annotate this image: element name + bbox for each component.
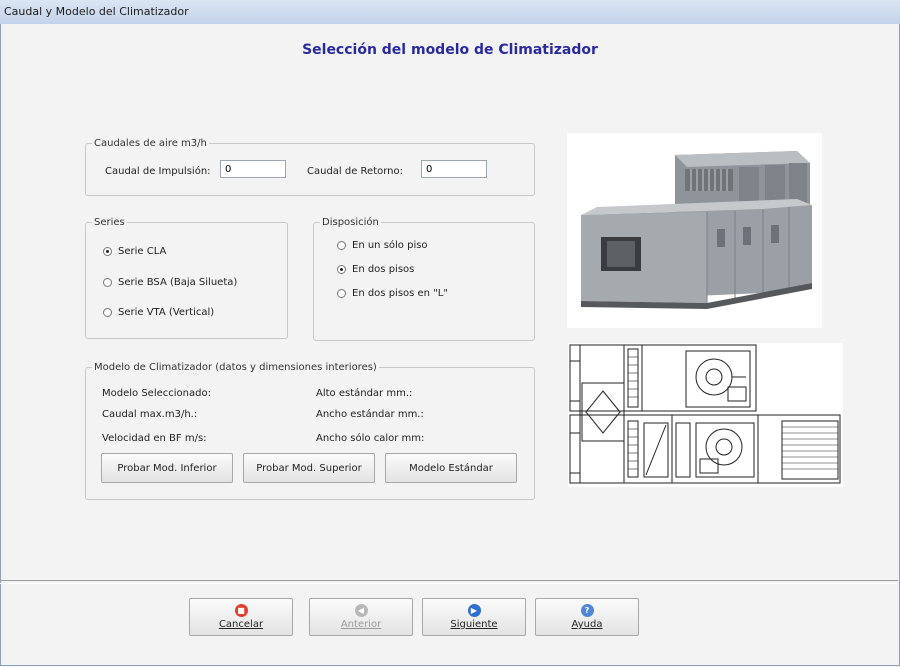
disposicion-group: Disposición bbox=[313, 217, 535, 341]
radio-label: En dos pisos bbox=[352, 264, 415, 275]
cancelar-button[interactable]: ■ Cancelar bbox=[189, 598, 293, 636]
retorno-label: Caudal de Retorno: bbox=[307, 166, 404, 177]
impulsion-input[interactable] bbox=[220, 160, 286, 178]
radio-label: Serie CLA bbox=[118, 246, 167, 257]
caudal-max-label: Caudal max.m3/h.: bbox=[102, 409, 198, 420]
climatizador-diagram bbox=[568, 343, 843, 487]
help-icon: ? bbox=[580, 604, 594, 617]
ancho-solo-calor-label: Ancho sólo calor mm: bbox=[316, 433, 425, 444]
probar-inferior-button[interactable]: Probar Mod. Inferior bbox=[101, 453, 233, 483]
radio-dot bbox=[337, 289, 346, 298]
radio-dot bbox=[337, 265, 346, 274]
radio-dos-pisos[interactable]: En dos pisos bbox=[337, 264, 414, 275]
series-legend: Series bbox=[94, 217, 125, 228]
disposicion-legend: Disposición bbox=[322, 217, 379, 228]
window-titlebar: Caudal y Modelo del Climatizador bbox=[0, 0, 900, 25]
modelo-seleccionado-label: Modelo Seleccionado: bbox=[102, 388, 211, 399]
anterior-button[interactable]: ◀ Anterior bbox=[309, 598, 413, 636]
radio-un-piso[interactable]: En un sólo piso bbox=[337, 240, 428, 251]
radio-serie-vta[interactable]: Serie VTA (Vertical) bbox=[103, 307, 214, 318]
radio-dot bbox=[337, 241, 346, 250]
radio-label: Serie BSA (Baja Silueta) bbox=[118, 277, 238, 288]
radio-dot bbox=[103, 247, 112, 256]
radio-serie-cla[interactable]: Serie CLA bbox=[103, 246, 166, 257]
siguiente-button[interactable]: ▶ Siguiente bbox=[422, 598, 526, 636]
velocidad-label: Velocidad en BF m/s: bbox=[102, 433, 207, 444]
back-arrow-icon: ◀ bbox=[354, 604, 368, 617]
alto-estandar-label: Alto estándar mm.: bbox=[316, 388, 413, 399]
caudales-legend: Caudales de aire m3/h bbox=[94, 138, 207, 149]
page-title: Selección del modelo de Climatizador bbox=[302, 42, 598, 58]
anterior-label: Anterior bbox=[340, 619, 382, 630]
radio-label: En un sólo piso bbox=[352, 240, 428, 251]
retorno-input[interactable] bbox=[421, 160, 487, 178]
modelo-estandar-button[interactable]: Modelo Estándar bbox=[385, 453, 517, 483]
radio-label: Serie VTA (Vertical) bbox=[118, 307, 215, 318]
radio-dot bbox=[103, 308, 112, 317]
radio-dos-pisos-l[interactable]: En dos pisos en "L" bbox=[337, 288, 448, 299]
ayuda-label: Ayuda bbox=[571, 619, 603, 630]
ayuda-button[interactable]: ? Ayuda bbox=[535, 598, 639, 636]
ancho-estandar-label: Ancho estándar mm.: bbox=[316, 409, 424, 420]
probar-superior-button[interactable]: Probar Mod. Superior bbox=[243, 453, 375, 483]
footer-separator bbox=[0, 580, 898, 584]
modelo-legend: Modelo de Climatizador (datos y dimensio… bbox=[94, 362, 377, 373]
radio-dot bbox=[103, 278, 112, 287]
next-arrow-icon: ▶ bbox=[467, 604, 481, 617]
radio-label: En dos pisos en "L" bbox=[352, 288, 448, 299]
window-title: Caudal y Modelo del Climatizador bbox=[4, 5, 189, 18]
cancelar-label: Cancelar bbox=[218, 619, 264, 630]
radio-serie-bsa[interactable]: Serie BSA (Baja Silueta) bbox=[103, 277, 237, 288]
impulsion-label: Caudal de Impulsión: bbox=[105, 166, 211, 177]
climatizador-photo bbox=[567, 133, 822, 328]
stop-icon: ■ bbox=[234, 604, 248, 617]
siguiente-label: Siguiente bbox=[450, 619, 498, 630]
